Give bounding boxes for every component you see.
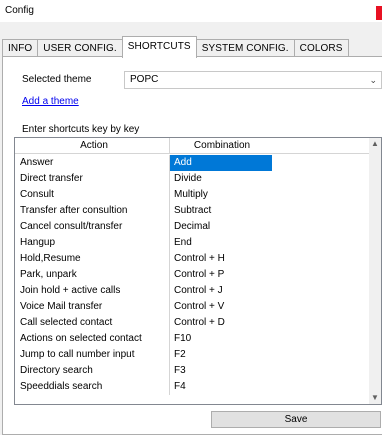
table-row[interactable]: Transfer after consultion Subtract [15, 203, 370, 219]
save-button[interactable]: Save [211, 411, 381, 428]
table-row[interactable]: Park, unpark Control + P [15, 267, 370, 283]
action-cell: Answer [20, 157, 54, 168]
combination-cell[interactable]: F2 [169, 347, 369, 363]
tab-bar: INFO USER CONFIG. SHORTCUTS SYSTEM CONFI… [2, 36, 349, 58]
table-row[interactable]: Hold,Resume Control + H [15, 251, 370, 267]
action-cell: Hold,Resume [20, 253, 81, 264]
action-cell: Hangup [20, 237, 56, 248]
selected-theme-label: Selected theme [22, 74, 92, 85]
action-cell: Speeddials search [20, 381, 103, 392]
grid-header: Action Combination [15, 138, 370, 154]
tab-system-config[interactable]: SYSTEM CONFIG. [195, 39, 295, 57]
combination-cell[interactable]: Subtract [169, 203, 369, 219]
action-cell: Call selected contact [20, 317, 113, 328]
table-row[interactable]: Actions on selected contact F10 [15, 331, 370, 347]
combination-cell[interactable]: F3 [169, 363, 369, 379]
close-icon[interactable] [376, 6, 382, 20]
chevron-down-icon[interactable]: ⌄ [369, 72, 377, 88]
action-cell: Cancel consult/transfer [20, 221, 123, 232]
combination-cell[interactable]: Control + V [169, 299, 369, 315]
theme-dropdown[interactable]: POPC ⌄ [124, 71, 382, 89]
table-row[interactable]: Hangup End [15, 235, 370, 251]
action-cell: Voice Mail transfer [20, 301, 103, 312]
shortcuts-grid: Action Combination Answer Add Direct trans… [14, 137, 382, 405]
action-cell: Join hold + active calls [20, 285, 121, 296]
action-cell: Actions on selected contact [20, 333, 142, 344]
scroll-down-icon[interactable]: ▼ [369, 392, 381, 404]
table-row[interactable]: Jump to call number input F2 [15, 347, 370, 363]
column-header-action[interactable]: Action [21, 140, 167, 151]
combination-cell[interactable]: Add [169, 155, 272, 171]
combination-cell[interactable]: Decimal [169, 219, 369, 235]
tab-user-config[interactable]: USER CONFIG. [37, 39, 123, 57]
combination-cell[interactable]: F10 [169, 331, 369, 347]
tab-shortcuts[interactable]: SHORTCUTS [121, 36, 197, 58]
shortcuts-caption: Enter shortcuts key by key [22, 124, 140, 135]
combination-cell[interactable]: Multiply [169, 187, 369, 203]
action-cell: Direct transfer [20, 173, 83, 184]
action-cell: Park, unpark [20, 269, 77, 280]
column-header-combination[interactable]: Combination [172, 140, 272, 151]
window-title: Config [5, 5, 34, 16]
table-row[interactable]: Direct transfer Divide [15, 171, 370, 187]
table-row[interactable]: Answer Add [15, 155, 370, 171]
table-row[interactable]: Join hold + active calls Control + J [15, 283, 370, 299]
combination-cell[interactable]: End [169, 235, 369, 251]
table-row[interactable]: Speeddials search F4 [15, 379, 370, 395]
tab-colors[interactable]: COLORS [293, 39, 349, 57]
add-theme-link[interactable]: Add a theme [22, 96, 79, 107]
combination-cell[interactable]: Control + P [169, 267, 369, 283]
combination-cell[interactable]: Control + J [169, 283, 369, 299]
combination-cell[interactable]: Control + H [169, 251, 369, 267]
column-divider[interactable] [169, 138, 170, 154]
action-cell: Transfer after consultion [20, 205, 128, 216]
tab-info[interactable]: INFO [2, 39, 39, 57]
combination-cell[interactable]: Divide [169, 171, 369, 187]
action-cell: Directory search [20, 365, 93, 376]
action-cell: Jump to call number input [20, 349, 135, 360]
table-row[interactable]: Cancel consult/transfer Decimal [15, 219, 370, 235]
theme-dropdown-value: POPC [130, 74, 159, 85]
grid-rows: Answer Add Direct transfer Divide Consult Mul… [15, 155, 370, 395]
table-row[interactable]: Call selected contact Control + D [15, 315, 370, 331]
scroll-up-icon[interactable]: ▲ [369, 138, 381, 150]
combination-cell[interactable]: Control + D [169, 315, 369, 331]
table-row[interactable]: Voice Mail transfer Control + V [15, 299, 370, 315]
combination-cell[interactable]: F4 [169, 379, 369, 395]
title-bar: Config [0, 0, 382, 22]
action-cell: Consult [20, 189, 54, 200]
table-row[interactable]: Directory search F3 [15, 363, 370, 379]
vertical-scrollbar[interactable]: ▲ ▼ [369, 138, 381, 404]
table-row[interactable]: Consult Multiply [15, 187, 370, 203]
